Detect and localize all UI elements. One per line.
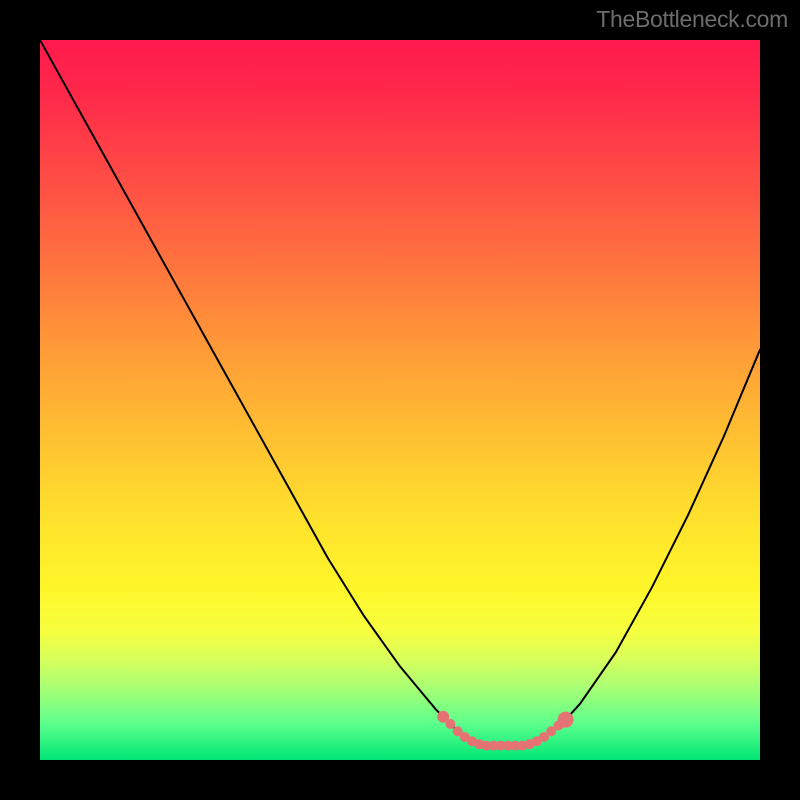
- plot-area: [40, 40, 760, 760]
- watermark-text: TheBottleneck.com: [596, 6, 788, 33]
- background-gradient: [40, 40, 760, 760]
- chart-frame: TheBottleneck.com: [0, 0, 800, 800]
